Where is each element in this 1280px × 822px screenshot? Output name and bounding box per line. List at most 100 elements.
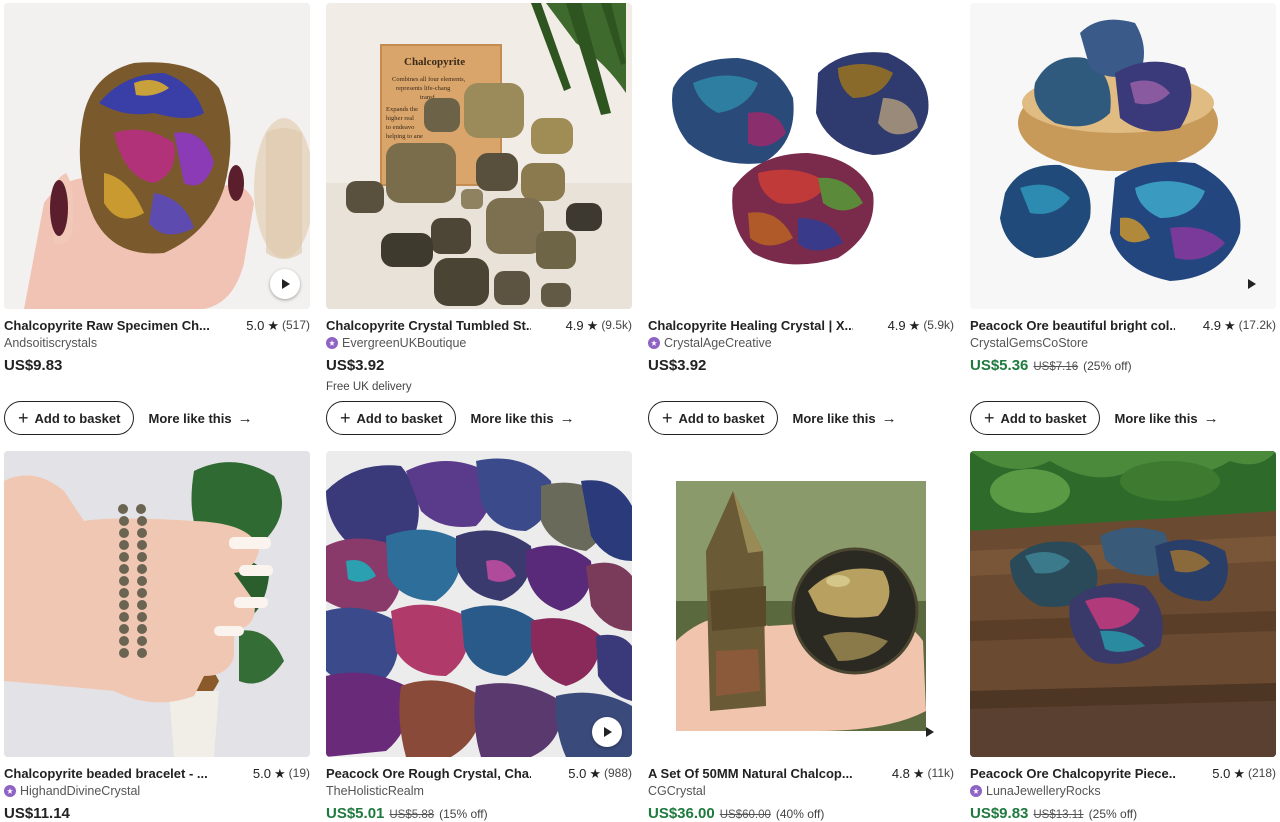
price-row: US$3.92	[648, 357, 954, 377]
image-card-line: helping to ane	[386, 133, 423, 140]
add-to-basket-label: Add to basket	[678, 410, 765, 426]
product-rating: 5.0 ★ (19)	[253, 766, 310, 781]
play-icon	[282, 279, 290, 289]
price: US$9.83	[4, 357, 63, 374]
discount-label: (15% off)	[439, 807, 488, 821]
price-row: US$11.14	[4, 805, 310, 822]
product-title[interactable]: A Set Of 50MM Natural Chalcop...	[648, 766, 853, 781]
rating-value: 4.9	[887, 317, 906, 333]
product-title[interactable]: Chalcopyrite beaded bracelet - ...	[4, 766, 208, 781]
product-title[interactable]: Chalcopyrite Healing Crystal | X...	[648, 318, 853, 333]
product-card[interactable]: Chalcopyrite beaded bracelet - ... 5.0 ★…	[4, 451, 310, 822]
product-card[interactable]: Chalcopyrite Healing Crystal | X... 4.9 …	[648, 3, 954, 435]
play-video-button[interactable]	[914, 717, 944, 747]
product-photo	[4, 451, 310, 757]
shop-name-row: CrystalGemsCoStore	[970, 335, 1276, 351]
product-rating: 4.9 ★ (5.9k)	[888, 318, 954, 333]
more-like-this-link[interactable]: More like this →	[148, 410, 252, 427]
review-count: (9.5k)	[601, 318, 632, 332]
product-image[interactable]	[326, 451, 632, 757]
product-rating: 5.0 ★ (517)	[246, 318, 310, 333]
product-image[interactable]: Chalcopyrite Combines all four elements,…	[326, 3, 632, 309]
sale-price: US$9.83	[970, 805, 1029, 822]
shop-name[interactable]: TheHolisticRealm	[326, 784, 424, 798]
star-icon: ★	[1223, 317, 1236, 333]
product-photo: Chalcopyrite Combines all four elements,…	[326, 3, 632, 309]
product-rating: 4.9 ★ (17.2k)	[1203, 318, 1276, 333]
image-card-line: represents life-chang	[396, 85, 451, 92]
play-icon	[604, 727, 612, 737]
product-image[interactable]	[970, 3, 1276, 309]
product-image[interactable]	[4, 3, 310, 309]
price-row: US$9.83	[4, 357, 310, 377]
shop-name[interactable]: EvergreenUKBoutique	[342, 336, 466, 350]
product-card[interactable]: Chalcopyrite Raw Specimen Ch... 5.0 ★ (5…	[4, 3, 310, 435]
play-icon	[1248, 279, 1256, 289]
original-price: US$7.16	[1033, 361, 1079, 373]
arrow-right-icon: →	[559, 409, 575, 427]
original-price: US$60.00	[719, 809, 771, 821]
shop-name[interactable]: CrystalAgeCreative	[664, 336, 772, 350]
product-rating: 5.0 ★ (218)	[1212, 766, 1276, 781]
shop-name-row: EvergreenUKBoutique	[326, 335, 632, 351]
more-like-this-label: More like this	[1114, 410, 1198, 426]
add-to-basket-label: Add to basket	[356, 410, 443, 426]
star-seller-badge-icon	[326, 337, 338, 349]
card-actions: + Add to basket More like this →	[4, 401, 253, 435]
review-count: (19)	[288, 766, 310, 780]
play-video-button[interactable]	[592, 717, 622, 747]
original-price: US$5.88	[389, 809, 435, 821]
price: US$3.92	[648, 357, 707, 374]
star-icon: ★	[1233, 765, 1245, 781]
product-card[interactable]: Chalcopyrite Combines all four elements,…	[326, 3, 632, 435]
rating-value: 4.9	[565, 317, 584, 333]
discount-label: (40% off)	[775, 807, 825, 821]
original-price: US$13.11	[1033, 809, 1084, 821]
product-title[interactable]: Peacock Ore Chalcopyrite Piece...	[970, 766, 1175, 781]
price-row: US$5.36 US$7.16 (25% off)	[970, 357, 1276, 377]
shop-name-row: TheHolisticRealm	[326, 783, 632, 799]
more-like-this-link[interactable]: More like this →	[1114, 410, 1218, 427]
product-card[interactable]: Peacock Ore Chalcopyrite Piece... 5.0 ★ …	[970, 451, 1276, 822]
add-to-basket-button[interactable]: + Add to basket	[970, 401, 1101, 435]
shop-name[interactable]: CrystalGemsCoStore	[970, 336, 1088, 350]
product-image[interactable]	[4, 451, 310, 757]
product-card[interactable]: Peacock Ore beautiful bright col... 4.9 …	[970, 3, 1276, 435]
shop-name-row: LunaJewelleryRocks	[970, 783, 1276, 799]
star-icon: ★	[274, 765, 286, 781]
price-row: US$9.83 US$13.11 (25% off)	[970, 805, 1276, 822]
star-icon: ★	[908, 317, 921, 333]
product-title[interactable]: Peacock Ore beautiful bright col...	[970, 318, 1175, 333]
add-to-basket-label: Add to basket	[34, 410, 121, 426]
rating-value: 4.9	[1202, 317, 1221, 333]
product-title[interactable]: Chalcopyrite Raw Specimen Ch...	[4, 318, 209, 333]
review-count: (218)	[1247, 766, 1276, 780]
play-video-button[interactable]	[270, 269, 300, 299]
plus-icon: +	[662, 408, 673, 428]
shop-name-row: Andsoitiscrystals	[4, 335, 310, 351]
star-seller-badge-icon	[970, 785, 982, 797]
shop-name-row: HighandDivineCrystal	[4, 783, 310, 799]
image-card-line: Expands the	[386, 106, 418, 113]
product-card[interactable]: Peacock Ore Rough Crystal, Cha... 5.0 ★ …	[326, 451, 632, 822]
rating-value: 5.0	[568, 765, 587, 781]
product-image[interactable]	[970, 451, 1276, 757]
product-image[interactable]	[648, 3, 954, 309]
shop-name[interactable]: CGCrystal	[648, 784, 706, 798]
product-title[interactable]: Chalcopyrite Crystal Tumbled St...	[326, 318, 531, 333]
product-image[interactable]	[648, 451, 954, 757]
add-to-basket-button[interactable]: + Add to basket	[326, 401, 457, 435]
add-to-basket-button[interactable]: + Add to basket	[648, 401, 779, 435]
product-card[interactable]: A Set Of 50MM Natural Chalcop... 4.8 ★ (…	[648, 451, 954, 822]
shop-name[interactable]: Andsoitiscrystals	[4, 336, 97, 350]
shop-name[interactable]: LunaJewelleryRocks	[986, 784, 1101, 798]
card-actions: + Add to basket More like this →	[326, 401, 575, 435]
more-like-this-link[interactable]: More like this →	[470, 410, 574, 427]
image-card-line: higher real	[386, 115, 414, 122]
add-to-basket-button[interactable]: + Add to basket	[4, 401, 135, 435]
shop-name[interactable]: HighandDivineCrystal	[20, 784, 140, 798]
more-like-this-link[interactable]: More like this →	[792, 410, 896, 427]
discount-label: (25% off)	[1083, 359, 1132, 373]
product-title[interactable]: Peacock Ore Rough Crystal, Cha...	[326, 766, 531, 781]
play-video-button[interactable]	[1236, 269, 1266, 299]
